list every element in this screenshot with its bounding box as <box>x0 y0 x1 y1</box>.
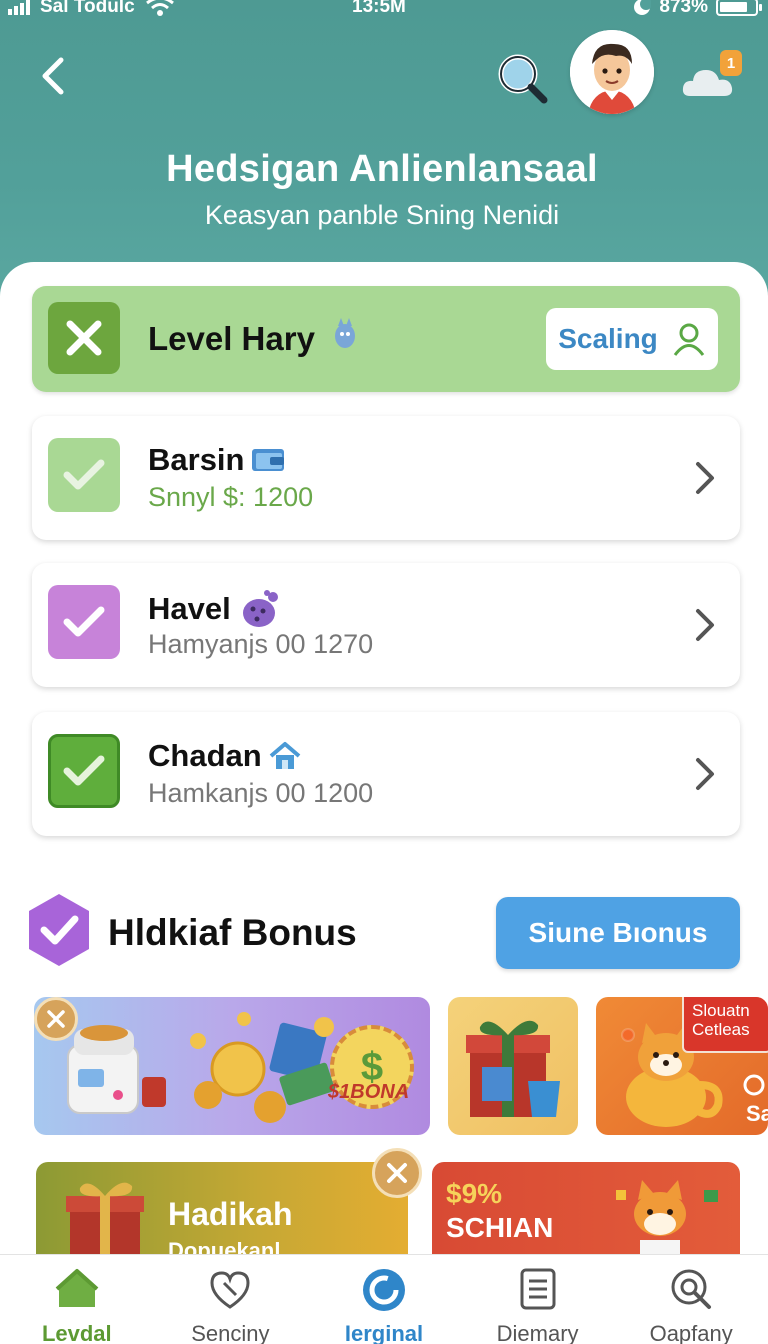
nav-item-oapfany[interactable]: Oapfany <box>614 1255 768 1344</box>
task-name: Havel <box>148 591 231 626</box>
dice-creature-icon <box>242 590 278 627</box>
close-icon <box>387 1163 407 1183</box>
close-icon <box>66 320 102 356</box>
clock: 13:5M <box>352 0 406 17</box>
coins-and-cash-icon <box>190 1012 335 1123</box>
promo-tag: Slouatn Cetleas <box>682 997 768 1053</box>
checkbox-checked[interactable] <box>48 438 120 512</box>
bottom-nav: Levdal Senciny Ierginal Diemary Oapfany <box>0 1254 768 1344</box>
checkbox-checked[interactable] <box>48 585 120 659</box>
dismiss-promo-button[interactable] <box>372 1148 422 1198</box>
signal-icon <box>8 0 30 15</box>
house-icon <box>269 742 300 769</box>
nav-label: Levdal <box>41 1321 112 1344</box>
gift-box-icon <box>466 1020 560 1117</box>
promo-title: Hadikah <box>168 1196 293 1232</box>
circle-refresh-icon <box>362 1269 405 1311</box>
nav-item-levdal[interactable]: Levdal <box>0 1255 154 1344</box>
creature-sticker-icon <box>335 318 355 348</box>
avatar[interactable] <box>570 30 654 114</box>
notification-badge: 1 <box>720 50 742 76</box>
battery-percent: 873% <box>659 0 708 17</box>
promo-banner-shiba[interactable]: Slouatn Cetleas Sa <box>596 997 768 1135</box>
search-circle-icon <box>671 1269 712 1309</box>
moon-icon <box>634 0 652 15</box>
chevron-right-icon <box>696 758 714 790</box>
task-title: Barsin <box>148 442 288 478</box>
task-name: Barsin <box>148 442 245 477</box>
boy-avatar-icon <box>570 30 654 114</box>
task-name: Chadan <box>148 738 262 773</box>
checkbox-checked[interactable] <box>48 734 120 808</box>
rice-cooker-icon <box>67 1025 166 1114</box>
checkmark-icon <box>63 459 105 490</box>
page-title: Hedsigan Anlienlansaal <box>166 148 598 190</box>
promo-subtitle: Dopuekanl <box>168 1238 281 1254</box>
promo-badge-text: $1BONA <box>328 1081 410 1103</box>
document-icon <box>520 1268 556 1310</box>
user-icon <box>673 323 705 356</box>
close-level-button[interactable] <box>48 302 120 374</box>
promo-side-text: Sa <box>746 1101 768 1126</box>
search-button[interactable] <box>494 50 550 106</box>
hexagon-check-icon <box>29 894 89 966</box>
promo-banner-schian[interactable]: $9% SCHIAN <box>432 1162 740 1254</box>
task-meta: Snnyl $: 1200 <box>148 482 314 512</box>
checkmark-icon <box>63 755 105 786</box>
checkmark-icon <box>63 606 105 637</box>
header: Sal Todulc 13:5M 873% 1 Hedsigan Anlienl… <box>0 0 768 300</box>
target-icon <box>743 1074 765 1096</box>
nav-item-senciny[interactable]: Senciny <box>154 1255 308 1344</box>
bonus-button[interactable]: Siune Bıonus <box>496 897 740 969</box>
task-meta: Hamyanjs 00 1270 <box>148 629 374 659</box>
nav-label: Diemary <box>496 1321 579 1344</box>
scaling-button[interactable]: Scaling <box>546 308 718 370</box>
promo-title: SCHIAN <box>446 1212 554 1243</box>
home-icon <box>55 1269 99 1307</box>
chevron-right-icon <box>696 609 714 641</box>
scaling-label: Scaling <box>558 323 658 354</box>
task-row[interactable]: Barsin Snnyl $: 1200 <box>32 416 740 540</box>
notification-button[interactable]: 1 <box>680 50 744 104</box>
nav-label: Oapfany <box>649 1321 733 1344</box>
nav-item-ierginal[interactable]: Ierginal <box>307 1255 461 1344</box>
shiba-dog-icon <box>616 1180 718 1254</box>
nav-item-diemary[interactable]: Diemary <box>461 1255 615 1344</box>
gift-box-icon <box>66 1182 144 1254</box>
promo-tag-text: Slouatn Cetleas <box>692 1001 750 1039</box>
heart-tag-icon <box>210 1271 250 1309</box>
wifi-icon <box>145 0 174 16</box>
task-meta: Hamkanjs 00 1200 <box>148 778 374 808</box>
task-title: Havel <box>148 589 283 629</box>
level-card: Level Hary Scaling <box>32 286 740 392</box>
close-icon <box>47 1010 65 1028</box>
nav-label: Senciny <box>191 1321 270 1344</box>
back-button[interactable] <box>30 52 74 100</box>
task-row[interactable]: Havel Hamyanjs 00 1270 <box>32 563 740 687</box>
carrier-name: Sal Todulc <box>40 0 135 17</box>
bonus-title: Hldkiaf Bonus <box>108 912 357 953</box>
wallet-icon <box>252 449 285 471</box>
promo-price: $9% <box>446 1178 503 1209</box>
page-subtitle: Keasyan panble Sning Nenidi <box>204 200 560 230</box>
search-icon <box>498 54 548 104</box>
chevron-right-icon <box>696 462 714 494</box>
status-bar: Sal Todulc 13:5M 873% <box>0 0 768 22</box>
chevron-left-icon <box>42 57 64 95</box>
task-title: Chadan <box>148 738 302 774</box>
dismiss-promo-button[interactable] <box>34 997 78 1041</box>
promo-banner-bonus[interactable]: $ $1BONA <box>34 997 430 1135</box>
nav-label: Ierginal <box>344 1321 424 1344</box>
battery-icon <box>716 0 762 16</box>
promo-banner-gift[interactable] <box>448 997 578 1135</box>
level-title: Level Hary <box>148 320 315 357</box>
task-row[interactable]: Chadan Hamkanjs 00 1200 <box>32 712 740 836</box>
promo-banner-hadikah[interactable]: Hadikah Dopuekanl <box>36 1162 408 1254</box>
